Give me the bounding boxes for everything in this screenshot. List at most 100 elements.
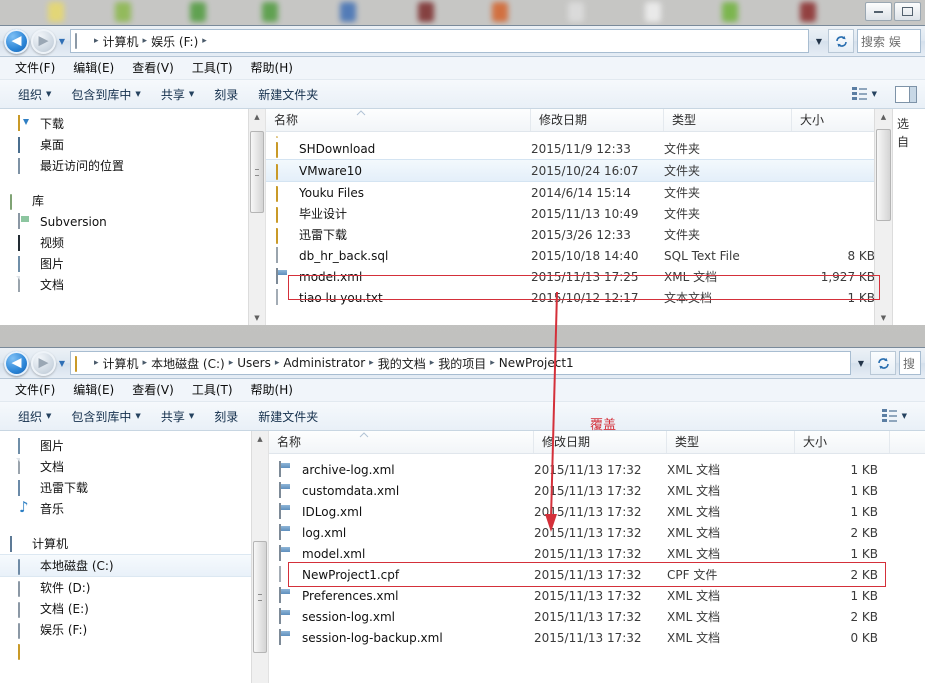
menu-tools[interactable]: 工具(T) <box>183 57 242 79</box>
tree-item-subversion[interactable]: Subversion <box>0 211 265 232</box>
refresh-button[interactable] <box>870 351 896 375</box>
scroll-down-icon[interactable]: ▼ <box>249 310 265 325</box>
table-row[interactable]: 毕业设计 2015/11/13 10:49 文件夹 <box>266 203 892 224</box>
tree-item-computer[interactable]: 计算机 <box>0 533 268 554</box>
tree-item-desktop[interactable]: 桌面 <box>0 134 265 155</box>
column-header-type[interactable]: 类型 <box>664 109 792 131</box>
search-input-1[interactable]: 搜索 娱 <box>857 29 921 53</box>
burn-button[interactable]: 刻录 <box>204 86 248 103</box>
menu-file[interactable]: 文件(F) <box>6 57 64 79</box>
menu-view[interactable]: 查看(V) <box>123 57 183 79</box>
tree-item-pictures[interactable]: 图片 <box>0 435 268 456</box>
forward-button[interactable]: ▶ <box>31 28 56 54</box>
column-header-type[interactable]: 类型 <box>667 431 795 453</box>
minimize-button[interactable] <box>865 2 892 21</box>
scrollbar-thumb[interactable] <box>876 129 891 221</box>
breadcrumb-segment[interactable]: Users <box>234 356 274 370</box>
column-header-size[interactable]: 大小 <box>795 431 890 453</box>
menu-help[interactable]: 帮助(H) <box>242 57 302 79</box>
table-row[interactable]: archive-log.xml 2015/11/13 17:32 XML 文档 1 K… <box>269 459 925 480</box>
table-row[interactable]: db_hr_back.sql 2015/10/18 14:40 SQL Text F… <box>266 245 892 266</box>
file-list-pane-1[interactable]: 名称 修改日期 类型 大小 SHDownload 2015/11/9 12:33 文… <box>266 109 892 325</box>
table-row[interactable]: 迅雷下载 2015/3/26 12:33 文件夹 <box>266 224 892 245</box>
new-folder-button[interactable]: 新建文件夹 <box>248 86 328 103</box>
breadcrumb-segment[interactable]: Administrator <box>280 356 368 370</box>
column-header-date[interactable]: 修改日期 <box>531 109 664 131</box>
scroll-up-icon[interactable]: ▲ <box>249 109 265 124</box>
organize-button[interactable]: 组织 ▼ <box>8 86 61 103</box>
scroll-up-icon[interactable]: ▲ <box>252 431 268 446</box>
breadcrumb-segment[interactable]: 计算机 <box>100 355 142 372</box>
include-in-library-button[interactable]: 包含到库中 ▼ <box>61 408 150 425</box>
file-list-scrollbar-1[interactable]: ▲ ▼ <box>874 109 892 325</box>
forward-button[interactable]: ▶ <box>31 350 56 376</box>
breadcrumb-segment[interactable]: 娱乐 (F:) <box>148 33 201 50</box>
tree-item-downloads[interactable]: 下载 <box>0 113 265 134</box>
navigation-pane-2[interactable]: 图片 文档 迅雷下载 音乐 计算机 本地磁盘 (C:) 软件 (D:) 文档 (… <box>0 431 269 683</box>
table-row[interactable]: model.xml 2015/11/13 17:32 XML 文档 1 KB <box>269 543 925 564</box>
file-list-pane-2[interactable]: 名称 修改日期 类型 大小 archive-log.xml 2015/11/13 … <box>269 431 925 683</box>
breadcrumb-segment[interactable]: 我的文档 <box>375 355 429 372</box>
recent-pages-caret-icon[interactable]: ▼ <box>56 351 68 376</box>
new-folder-button[interactable]: 新建文件夹 <box>248 408 328 425</box>
breadcrumb-segment[interactable]: 计算机 <box>100 33 142 50</box>
column-header-date[interactable]: 修改日期 <box>534 431 667 453</box>
back-button[interactable]: ◀ <box>4 28 29 54</box>
address-bar-2[interactable]: ▸ 计算机 ▸ 本地磁盘 (C:) ▸ Users ▸ Administrato… <box>70 351 851 375</box>
menu-edit[interactable]: 编辑(E) <box>64 379 123 401</box>
tree-item-thunder-download[interactable]: 迅雷下载 <box>0 477 268 498</box>
table-row[interactable]: NewProject1.cpf 2015/11/13 17:32 CPF 文件 2 K… <box>269 564 925 585</box>
explorer-window-target[interactable]: ◀ ▶ ▼ ▸ 计算机 ▸ 本地磁盘 (C:) ▸ Users ▸ Admini… <box>0 348 925 683</box>
scrollbar-thumb[interactable] <box>253 541 267 653</box>
breadcrumb-segment[interactable]: 我的项目 <box>435 355 489 372</box>
include-in-library-button[interactable]: 包含到库中 ▼ <box>61 86 150 103</box>
table-row[interactable]: session-log.xml 2015/11/13 17:32 XML 文档 2 K… <box>269 606 925 627</box>
scroll-up-icon[interactable]: ▲ <box>875 109 892 124</box>
address-dropdown-caret-icon[interactable]: ▼ <box>853 352 869 374</box>
burn-button[interactable]: 刻录 <box>204 408 248 425</box>
organize-button[interactable]: 组织 ▼ <box>8 408 61 425</box>
tree-item-drive-d[interactable]: 软件 (D:) <box>0 577 268 598</box>
table-row[interactable]: SHDownload 2015/11/9 12:33 文件夹 <box>266 138 892 159</box>
share-button[interactable]: 共享 ▼ <box>151 86 204 103</box>
tree-item-pictures[interactable]: 图片 <box>0 253 265 274</box>
table-row[interactable]: log.xml 2015/11/13 17:32 XML 文档 2 KB <box>269 522 925 543</box>
tree-item-videos[interactable]: 视频 <box>0 232 265 253</box>
menu-edit[interactable]: 编辑(E) <box>64 57 123 79</box>
refresh-button[interactable] <box>828 29 854 53</box>
menu-view[interactable]: 查看(V) <box>123 379 183 401</box>
table-row[interactable]: VMware10 2015/10/24 16:07 文件夹 <box>266 159 892 182</box>
share-button[interactable]: 共享 ▼ <box>151 408 204 425</box>
column-header-name[interactable]: 名称 <box>266 109 531 131</box>
table-row[interactable]: tiao lu you.txt 2015/10/12 12:17 文本文档 1 KB <box>266 287 892 308</box>
nav-pane-scrollbar-1[interactable]: ▲ ▼ <box>248 109 265 325</box>
tree-item-drive-f[interactable]: 娱乐 (F:) <box>0 619 268 640</box>
navigation-pane-1[interactable]: 下载 桌面 最近访问的位置 库 Subversion 视频 图片 文档 ▲ ▼ <box>0 109 266 325</box>
table-row[interactable]: Youku Files 2014/6/14 15:14 文件夹 <box>266 182 892 203</box>
explorer-window-source[interactable]: ◀ ▶ ▼ ▸ 计算机 ▸ 娱乐 (F:) ▸ ▼ 搜索 娱 文件(F) 编辑(… <box>0 26 925 325</box>
back-button[interactable]: ◀ <box>4 350 29 376</box>
tree-item-partial[interactable] <box>0 640 268 661</box>
breadcrumb-segment[interactable]: NewProject1 <box>496 356 577 370</box>
preview-pane-button[interactable] <box>895 85 917 103</box>
tree-item-music[interactable]: 音乐 <box>0 498 268 519</box>
column-header-name[interactable]: 名称 <box>269 431 534 453</box>
tree-item-documents[interactable]: 文档 <box>0 274 265 295</box>
tree-item-documents[interactable]: 文档 <box>0 456 268 477</box>
search-input-2[interactable]: 搜 <box>899 351 921 375</box>
address-dropdown-caret-icon[interactable]: ▼ <box>811 30 827 52</box>
nav-pane-scrollbar-2[interactable]: ▲ <box>251 431 268 683</box>
column-header-size[interactable]: 大小 <box>792 109 887 131</box>
table-row[interactable]: session-log-backup.xml 2015/11/13 17:32 XM… <box>269 627 925 648</box>
scrollbar-thumb[interactable] <box>250 131 264 213</box>
change-view-button[interactable]: ▼ <box>842 87 887 101</box>
change-view-button[interactable]: ▼ <box>872 409 917 423</box>
address-bar-1[interactable]: ▸ 计算机 ▸ 娱乐 (F:) ▸ <box>70 29 809 53</box>
menu-tools[interactable]: 工具(T) <box>183 379 242 401</box>
table-row[interactable]: customdata.xml 2015/11/13 17:32 XML 文档 1 KB <box>269 480 925 501</box>
menu-help[interactable]: 帮助(H) <box>242 379 302 401</box>
tree-item-drive-e[interactable]: 文档 (E:) <box>0 598 268 619</box>
recent-pages-caret-icon[interactable]: ▼ <box>56 29 68 54</box>
tree-item-recent-places[interactable]: 最近访问的位置 <box>0 155 265 176</box>
table-row[interactable]: IDLog.xml 2015/11/13 17:32 XML 文档 1 KB <box>269 501 925 522</box>
